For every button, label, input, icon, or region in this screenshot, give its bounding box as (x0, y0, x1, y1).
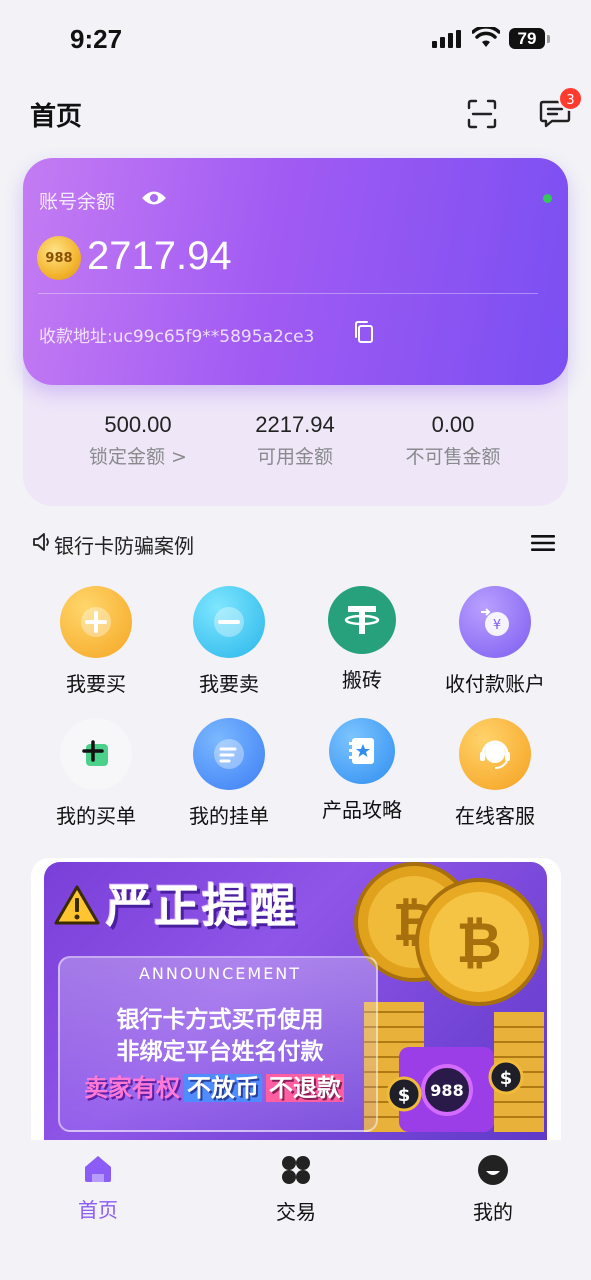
grid-guide-label: 产品攻略 (322, 798, 402, 822)
grid-customer-service[interactable]: 在线客服 (425, 718, 565, 829)
battery-tip (547, 35, 550, 43)
payment-account-icon: ¥ (459, 586, 531, 658)
announcement-label: ANNOUNCEMENT (138, 964, 302, 983)
announcement-line-3-b: 不放币 (184, 1074, 262, 1102)
coin-icon: 988 (37, 236, 81, 280)
card-divider (38, 293, 538, 294)
tab-home[interactable]: 首页 (38, 1154, 158, 1223)
svg-text:988: 988 (430, 1081, 463, 1100)
stat-locked-label: 锁定金额 > (89, 446, 187, 468)
tether-icon (328, 586, 396, 654)
receive-address: 收款地址:uc99c65f9**5895a2ce3 (39, 327, 315, 347)
customer-service-icon (459, 718, 531, 790)
grid-buy[interactable]: 我要买 (26, 586, 166, 697)
eye-icon[interactable] (141, 189, 167, 207)
grid-my-buy-orders-label: 我的买单 (56, 804, 136, 828)
tab-trade-label: 交易 (276, 1200, 316, 1224)
my-buy-orders-icon (60, 718, 132, 790)
announcement-line-3-c: 不退款 (266, 1074, 344, 1102)
tab-mine-label: 我的 (473, 1200, 513, 1224)
balance-label: 账号余额 (39, 191, 116, 213)
tab-mine[interactable]: 我的 (433, 1154, 553, 1225)
grid-sell-label: 我要卖 (199, 672, 259, 696)
stat-locked[interactable]: 500.00 锁定金额 > (53, 412, 223, 469)
grid-payment-account[interactable]: ¥ 收付款账户 (425, 586, 565, 697)
menu-icon[interactable] (531, 534, 555, 552)
copy-icon[interactable] (353, 320, 375, 344)
speaker-icon (33, 533, 49, 551)
status-time: 9:27 (70, 24, 123, 54)
home-icon (85, 1156, 111, 1182)
tab-bar: 首页 交易 我的 (0, 1140, 591, 1280)
cellular-signal-icon (432, 30, 461, 48)
warning-icon (54, 885, 100, 925)
grid-my-sell-orders-label: 我的挂单 (189, 804, 269, 828)
my-sell-orders-icon (193, 718, 265, 790)
sell-icon (193, 586, 265, 658)
stat-available-label: 可用金额 (256, 446, 333, 468)
stat-unsellable: 0.00 不可售金额 (368, 412, 538, 469)
scan-icon[interactable] (466, 98, 498, 130)
balance-value: 2717.94 (87, 234, 232, 278)
balance-stats: 500.00 锁定金额 > 2217.94 可用金额 0.00 不可售金额 (23, 412, 568, 482)
announcement-line-2: 非绑定平台姓名付款 (116, 1039, 324, 1065)
grid-my-sell-orders[interactable]: 我的挂单 (159, 718, 299, 829)
stat-available-value: 2217.94 (255, 412, 335, 437)
guide-icon (329, 718, 395, 784)
announcement-line-3: 卖家有权 不放币 不退款 (84, 1068, 344, 1103)
announcement-banner[interactable]: 严正提醒 ₿ ₿ 988 $ $ ANNOUNCEMENT 银行卡方式买币使用 … (44, 862, 547, 1140)
stat-unsellable-label: 不可售金额 (405, 446, 501, 468)
announcement-line-3-a: 卖家有权 (84, 1074, 180, 1102)
stat-locked-value: 500.00 (104, 412, 172, 437)
announcement-line-1: 银行卡方式买币使用 (116, 1007, 324, 1033)
grid-customer-service-label: 在线客服 (455, 804, 535, 828)
online-status-dot (543, 194, 552, 203)
page-title: 首页 (30, 102, 83, 132)
grid-payment-account-label: 收付款账户 (445, 672, 545, 696)
grid-tether[interactable]: 搬砖 (292, 586, 432, 693)
svg-text:$: $ (500, 1068, 513, 1089)
status-bar: 9:27 79 (0, 0, 591, 78)
profile-icon (478, 1155, 508, 1185)
grid-buy-label: 我要买 (66, 672, 126, 696)
grid-tether-label: 搬砖 (342, 668, 382, 692)
banner-title: 严正提醒 (106, 879, 298, 933)
announcement-box: ANNOUNCEMENT 银行卡方式买币使用 非绑定平台姓名付款 卖家有权 不放币… (58, 956, 378, 1132)
stat-unsellable-value: 0.00 (431, 412, 475, 437)
grid-sell[interactable]: 我要卖 (159, 586, 299, 697)
tab-trade[interactable]: 交易 (236, 1154, 356, 1225)
grid-my-buy-orders[interactable]: 我的买单 (26, 718, 166, 829)
wifi-icon (472, 27, 500, 47)
svg-text:¥: ¥ (493, 618, 501, 633)
svg-text:$: $ (398, 1085, 411, 1106)
buy-icon (60, 586, 132, 658)
trade-icon (282, 1156, 310, 1184)
message-badge: 3 (558, 86, 583, 111)
tab-home-label: 首页 (78, 1198, 118, 1222)
grid-guide[interactable]: 产品攻略 (292, 718, 432, 823)
balance-card: 账号余额 988 2717.94 收款地址:uc99c65f9**5895a2c… (23, 158, 568, 385)
battery-level: 79 (509, 28, 545, 49)
notice-marquee[interactable]: 银行卡防骗案例 (54, 530, 194, 559)
svg-text:₿: ₿ (456, 911, 502, 976)
stat-available: 2217.94 可用金额 (210, 412, 380, 469)
